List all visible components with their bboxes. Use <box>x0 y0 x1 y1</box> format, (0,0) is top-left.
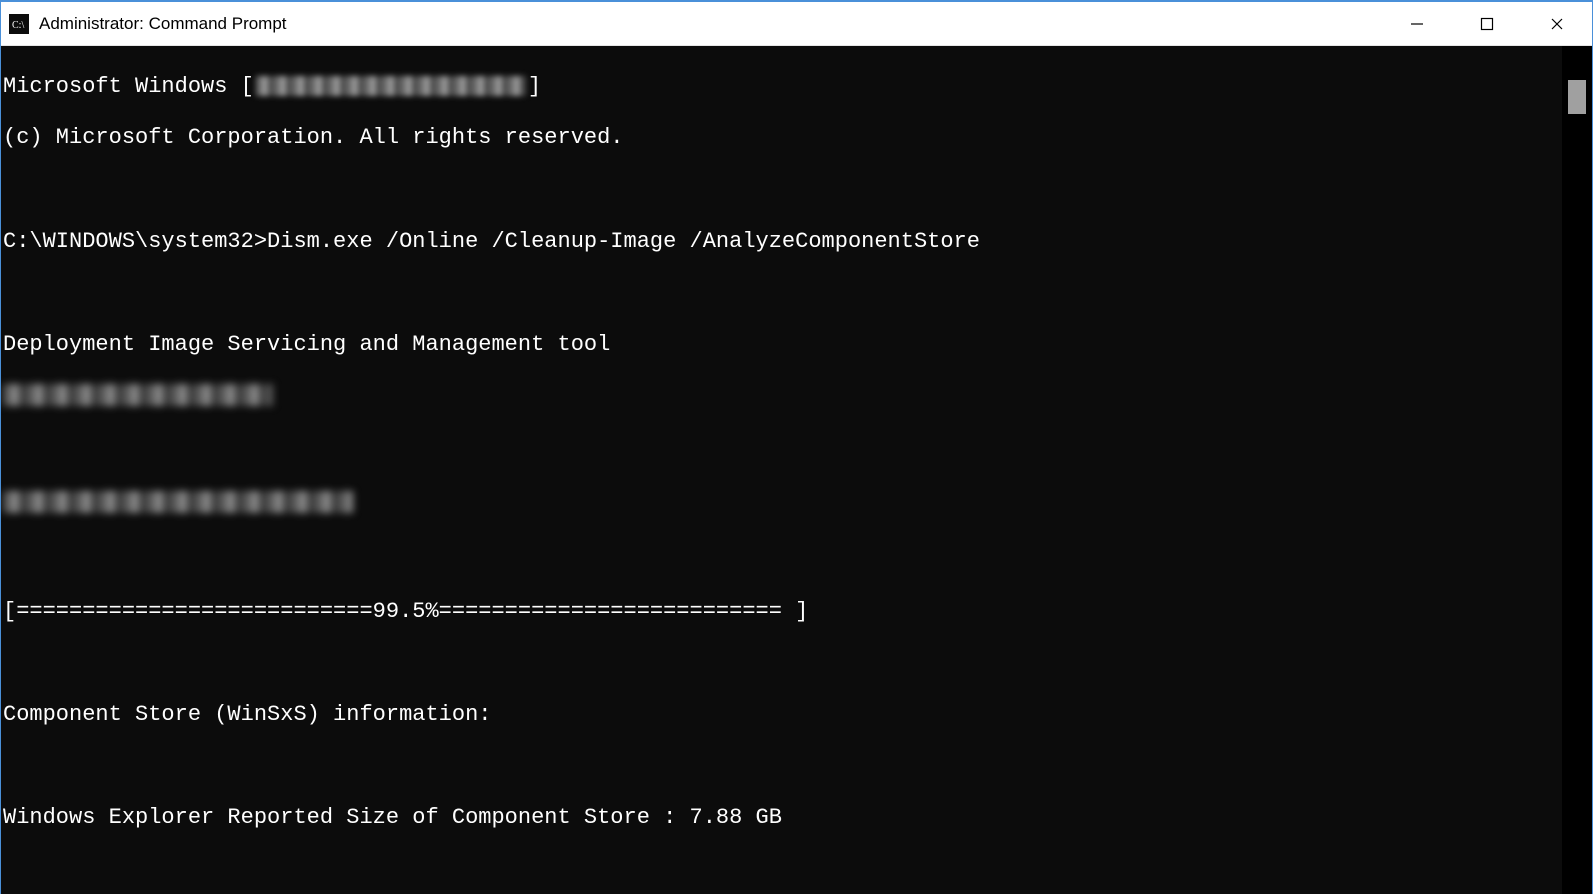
tool-header: Deployment Image Servicing and Managemen… <box>3 332 1560 358</box>
reported-size: Windows Explorer Reported Size of Compon… <box>3 805 1560 831</box>
window-title: Administrator: Command Prompt <box>39 14 287 34</box>
titlebar[interactable]: C:\ Administrator: Command Prompt <box>1 2 1592 46</box>
prompt-1: C:\WINDOWS\system32> <box>3 229 267 254</box>
maximize-button[interactable] <box>1452 2 1522 46</box>
window: C:\ Administrator: Command Prompt Micros… <box>0 0 1593 894</box>
banner-suffix: ] <box>528 74 541 99</box>
svg-text:C:\: C:\ <box>12 20 24 31</box>
command-text: Dism.exe /Online /Cleanup-Image /Analyze… <box>267 229 980 254</box>
terminal-container: Microsoft Windows [] (c) Microsoft Corpo… <box>1 46 1592 894</box>
redacted-line-2 <box>3 491 353 513</box>
scrollbar-thumb[interactable] <box>1568 80 1586 114</box>
scrollbar[interactable] <box>1562 46 1592 894</box>
close-button[interactable] <box>1522 2 1592 46</box>
progress-bar: [===========================99.5%=======… <box>3 599 1560 625</box>
banner-prefix: Microsoft Windows [ <box>3 74 254 99</box>
copyright-line: (c) Microsoft Corporation. All rights re… <box>3 125 1560 151</box>
minimize-button[interactable] <box>1382 2 1452 46</box>
window-controls <box>1382 2 1592 46</box>
redacted-version <box>256 76 526 96</box>
section-header: Component Store (WinSxS) information: <box>3 702 1560 728</box>
cmd-icon: C:\ <box>9 14 29 34</box>
redacted-line-1 <box>3 384 273 406</box>
terminal-output[interactable]: Microsoft Windows [] (c) Microsoft Corpo… <box>1 46 1562 894</box>
